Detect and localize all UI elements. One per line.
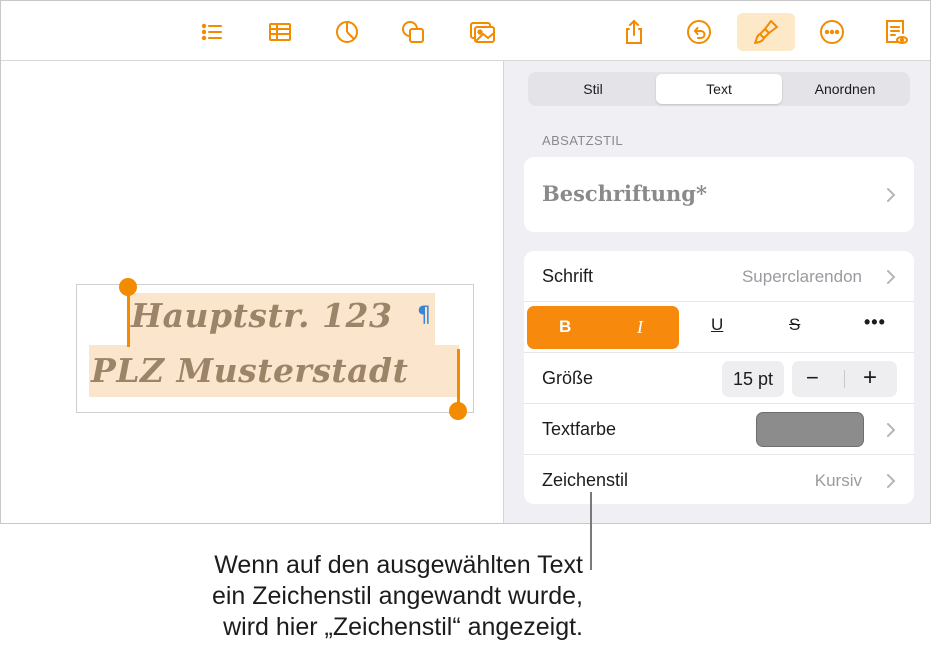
- address-line-2[interactable]: PLZ Musterstadt: [91, 351, 408, 390]
- underline-button[interactable]: U: [711, 315, 723, 335]
- more-icon[interactable]: [812, 13, 852, 51]
- font-label: Schrift: [542, 266, 594, 286]
- selection-start-handle-bar[interactable]: [127, 287, 130, 347]
- character-style-value: Kursiv: [814, 471, 862, 490]
- document-canvas[interactable]: Hauptstr. 123 ¶ PLZ Musterstadt: [1, 61, 503, 523]
- list-icon[interactable]: [192, 13, 232, 51]
- bold-italic-group: B I: [527, 306, 679, 349]
- toolbar: [1, 1, 930, 61]
- more-text-options-button[interactable]: •••: [864, 312, 886, 333]
- callout-line: [590, 492, 592, 570]
- strikethrough-button[interactable]: S: [789, 315, 800, 335]
- font-size-field[interactable]: 15 pt: [722, 361, 784, 397]
- font-row[interactable]: Schrift Superclarendon: [524, 251, 914, 302]
- decrease-size-button[interactable]: −: [806, 365, 819, 391]
- character-style-row[interactable]: Zeichenstil Kursiv: [524, 455, 914, 506]
- format-brush-icon[interactable]: [737, 13, 795, 51]
- address-line-1[interactable]: Hauptstr. 123: [131, 296, 392, 335]
- tab-stil[interactable]: Stil: [530, 74, 656, 104]
- selection-end-handle-bar[interactable]: [457, 349, 460, 405]
- selection-start-handle[interactable]: [119, 278, 137, 296]
- text-format-row: B I U S •••: [524, 302, 914, 353]
- size-label: Größe: [542, 368, 594, 388]
- italic-button[interactable]: I: [637, 317, 643, 338]
- text-color-row[interactable]: Textfarbe: [524, 404, 914, 455]
- paragraph-mark: ¶: [417, 303, 431, 328]
- chevron-right-icon: [886, 187, 896, 203]
- inspector-tabs: Stil Text Anordnen: [528, 72, 910, 106]
- size-row: Größe 15 pt − +: [524, 353, 914, 404]
- paragraph-style-picker[interactable]: Beschriftung*: [524, 157, 914, 232]
- callout-text: Wenn auf den ausgewählten Text ein Zeich…: [212, 550, 583, 643]
- text-color-label: Textfarbe: [542, 419, 617, 439]
- text-color-swatch[interactable]: [756, 412, 864, 447]
- text-properties-card: Schrift Superclarendon B I U S ••• Größe…: [524, 251, 914, 504]
- share-icon[interactable]: [614, 13, 654, 51]
- stepper-divider: [844, 370, 845, 388]
- tab-anordnen[interactable]: Anordnen: [782, 74, 908, 104]
- font-value: Superclarendon: [741, 267, 862, 286]
- callout-line-1: Wenn auf den ausgewählten Text: [214, 551, 583, 579]
- chart-icon[interactable]: [327, 13, 367, 51]
- callout-line-2: ein Zeichenstil angewandt wurde,: [211, 582, 583, 610]
- font-size-stepper: − +: [792, 361, 897, 397]
- chevron-right-icon: [886, 473, 896, 489]
- increase-size-button[interactable]: +: [863, 364, 877, 392]
- character-style-label: Zeichenstil: [542, 470, 629, 490]
- chevron-right-icon: [886, 422, 896, 438]
- callout-line-3: wird hier „Zeichenstil“ angezeigt.: [223, 613, 583, 641]
- document-view-icon[interactable]: [875, 13, 915, 51]
- undo-icon[interactable]: [679, 13, 719, 51]
- tab-text[interactable]: Text: [656, 74, 782, 104]
- selection-end-handle[interactable]: [449, 402, 467, 420]
- chevron-right-icon: [886, 269, 896, 285]
- section-label-paragraph-style: ABSATZSTIL: [542, 133, 624, 148]
- format-inspector: Stil Text Anordnen ABSATZSTIL Beschriftu…: [503, 61, 930, 523]
- table-icon[interactable]: [260, 13, 300, 51]
- bold-button[interactable]: B: [559, 317, 571, 337]
- app-window: Hauptstr. 123 ¶ PLZ Musterstadt Stil Tex…: [0, 0, 931, 524]
- shape-icon[interactable]: [393, 13, 433, 51]
- media-icon[interactable]: [462, 13, 502, 51]
- paragraph-style-name: Beschriftung*: [542, 181, 707, 206]
